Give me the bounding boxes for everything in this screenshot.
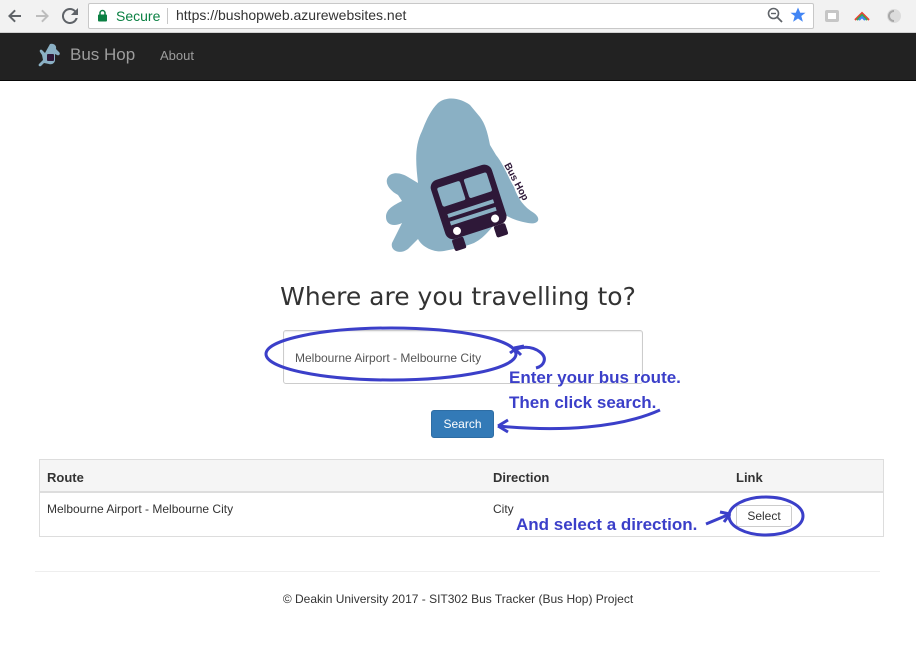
extension-grey-icon (825, 10, 839, 22)
search-button[interactable]: Search (431, 410, 494, 438)
nav-link-about[interactable]: About (160, 48, 194, 63)
url-text[interactable]: https://bushopweb.azurewebsites.net (176, 7, 406, 23)
extension-circle-icon (887, 9, 901, 23)
secure-label: Secure (116, 8, 161, 24)
annotation-text-select-direction: And select a direction. (516, 515, 698, 534)
site-navbar: Bus Hop About (0, 33, 916, 81)
annotation-text-click-search: Then click search. (509, 393, 657, 412)
bookmark-star-icon[interactable] (789, 6, 807, 24)
select-direction-button[interactable]: Select (736, 505, 792, 527)
forward-arrow-icon (36, 9, 49, 23)
hand-logo-icon (38, 43, 60, 67)
cell-route: Melbourne Airport - Melbourne City (47, 502, 234, 516)
brand-link[interactable]: Bus Hop (38, 42, 135, 68)
extension-icon[interactable] (822, 6, 842, 26)
route-search-value: Melbourne Airport - Melbourne City (295, 351, 482, 365)
url-separator (167, 8, 168, 24)
results-table: Route Direction Link Melbourne Airport -… (39, 459, 884, 537)
page-heading: Where are you travelling to? (280, 282, 636, 311)
extension-rainbow-icon (854, 11, 870, 21)
table-row: Melbourne Airport - Melbourne City City … (40, 493, 883, 537)
extension-icon[interactable] (884, 6, 904, 26)
annotation-text-enter-route: Enter your bus route. (509, 368, 681, 387)
footer-text: © Deakin University 2017 - SIT302 Bus Tr… (282, 592, 634, 606)
cell-direction: City (493, 502, 514, 516)
reload-button[interactable] (58, 4, 82, 28)
footer-divider (35, 571, 880, 572)
reload-icon (62, 8, 78, 24)
lock-icon (98, 9, 107, 22)
back-button[interactable] (3, 4, 27, 28)
browser-toolbar: Secure https://bushopweb.azurewebsites.n… (0, 0, 916, 33)
address-bar[interactable]: Secure https://bushopweb.azurewebsites.n… (88, 3, 814, 29)
bus-hop-logo: Bus Hop (386, 98, 539, 252)
column-header-direction: Direction (493, 470, 550, 485)
back-arrow-icon (8, 9, 21, 23)
extension-icon[interactable] (852, 6, 872, 26)
brand-text: Bus Hop (70, 45, 136, 64)
table-header-row: Route Direction Link (40, 460, 883, 493)
column-header-link: Link (736, 470, 763, 485)
column-header-route: Route (47, 470, 84, 485)
forward-button[interactable] (30, 4, 54, 28)
zoom-icon[interactable] (767, 7, 783, 23)
